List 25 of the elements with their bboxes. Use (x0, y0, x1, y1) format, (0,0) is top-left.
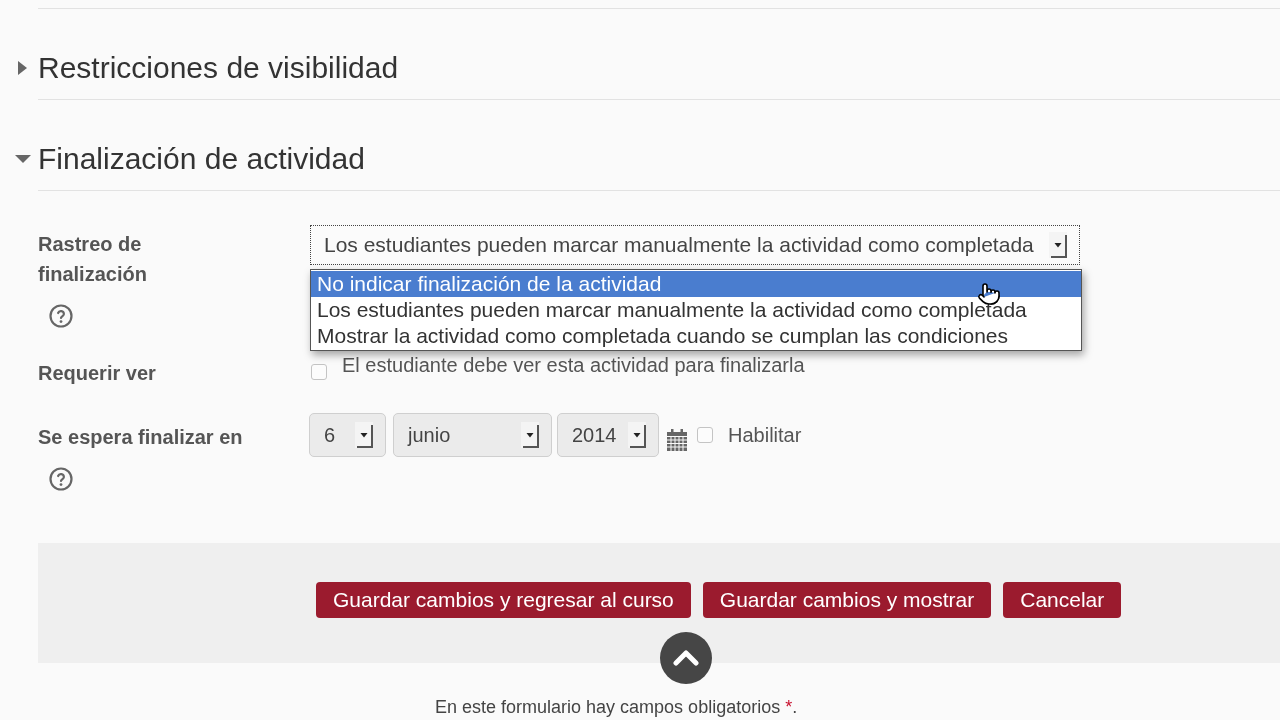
checkbox[interactable] (697, 427, 713, 443)
form-button[interactable]: Guardar cambios y regresar al curso (316, 582, 691, 618)
checkbox-label: Habilitar (728, 423, 802, 448)
checkbox[interactable] (311, 364, 327, 380)
form-button[interactable]: Guardar cambios y mostrar (702, 582, 992, 618)
chevron-up-icon (673, 650, 699, 666)
year-select[interactable]: 2014 (557, 413, 659, 457)
required-fields-note: En este formulario hay campos obligatorios *. (435, 697, 798, 717)
field-label: Se espera finalizar en (38, 425, 243, 450)
field-label: Rastreo de finalización (38, 232, 148, 287)
section-toggle[interactable]: Finalización de actividad (0, 141, 365, 177)
dropdown-option[interactable]: Mostrar la actividad como completada cuando se cumplan las condiciones (311, 323, 1081, 349)
dropdown-option[interactable]: Los estudiantes pueden marcar manualmente la actividad como completada (311, 297, 1081, 323)
completion-select[interactable]: Los estudiantes pueden marcar manualmente la actividad como completada (310, 225, 1080, 265)
help-icon[interactable] (49, 304, 73, 328)
section-toggle[interactable]: Restricciones de visibilidad (0, 50, 399, 86)
dropdown-option[interactable]: No indicar finalización de la actividad (311, 271, 1081, 297)
field-label: Requerir ver (38, 361, 156, 386)
form-button[interactable]: Cancelar (1003, 582, 1122, 618)
month-select[interactable]: junio (393, 413, 552, 457)
checkbox-label: El estudiante debe ver esta actividad para finalizarla (342, 353, 805, 377)
scroll-to-top-button[interactable] (660, 632, 712, 684)
calendar-icon[interactable] (667, 429, 687, 451)
help-icon[interactable] (49, 467, 73, 491)
day-select[interactable]: 6 (309, 413, 386, 457)
